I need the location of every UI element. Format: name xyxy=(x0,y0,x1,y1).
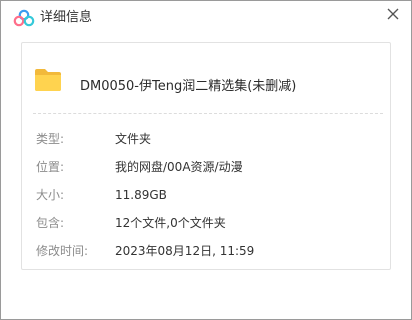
location-label: 位置: xyxy=(36,160,65,174)
divider xyxy=(33,113,383,114)
dialog-title: 详细信息 xyxy=(40,10,93,25)
baidu-netdisk-logo-icon xyxy=(13,9,35,27)
size-label: 大小: xyxy=(36,188,65,202)
file-name: DM0050-伊Teng润二精选集(未删减) xyxy=(80,79,297,94)
title-bar: 详细信息 xyxy=(1,1,411,35)
location-value[interactable]: 我的网盘/00A资源/动漫 xyxy=(115,159,243,175)
details-dialog: 详细信息 DM0050-伊Teng润二精选集(未删减) 类型: 文件夹 位置: … xyxy=(0,0,412,320)
contains-value: 12个文件,0个文件夹 xyxy=(115,216,226,230)
size-value: 11.89GB xyxy=(115,188,167,202)
modified-label: 修改时间: xyxy=(36,244,89,258)
details-panel: DM0050-伊Teng润二精选集(未删减) 类型: 文件夹 位置: 我的网盘/… xyxy=(21,42,391,270)
contains-label: 包含: xyxy=(36,216,65,230)
close-icon[interactable] xyxy=(385,6,401,22)
modified-value: 2023年08月12日, 11:59 xyxy=(115,244,255,258)
type-label: 类型: xyxy=(36,132,65,146)
folder-icon xyxy=(35,69,61,91)
type-value: 文件夹 xyxy=(115,132,152,146)
